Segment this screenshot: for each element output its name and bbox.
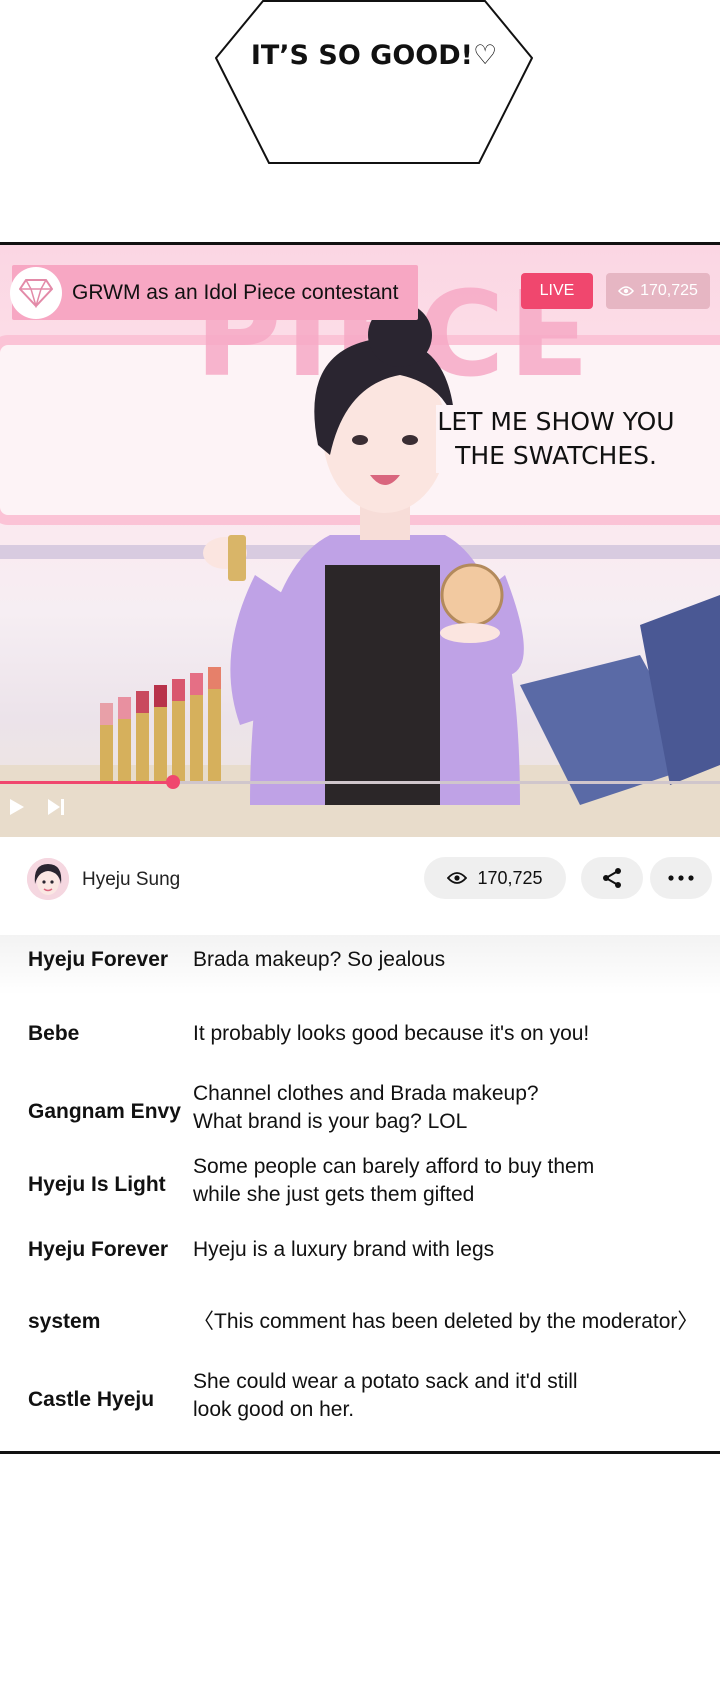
speech-bubble: LET ME SHOW YOU THE SWATCHES. — [436, 405, 676, 473]
viewer-count-badge: 170,725 — [606, 273, 710, 309]
eye-icon — [618, 286, 635, 296]
chat-message-line: look good on her. — [193, 1398, 355, 1421]
more-dots-icon — [668, 875, 694, 881]
more-button[interactable] — [650, 857, 712, 899]
chat-user[interactable]: system — [28, 1310, 100, 1334]
skip-next-icon[interactable] — [46, 797, 68, 822]
chat-message: It probably looks good because it's on y… — [193, 1022, 590, 1045]
chat-list: Hyeju Forever Brada makeup? So jealous B… — [0, 935, 720, 1451]
chat-user[interactable]: Castle Hyeju — [28, 1388, 154, 1412]
stream-title-chip: GRWM as an Idol Piece contestant — [10, 265, 418, 320]
live-badge: LIVE — [521, 273, 593, 309]
chat-user[interactable]: Hyeju Forever — [28, 1238, 168, 1262]
views-pill: 170,725 — [424, 857, 566, 899]
avatar[interactable] — [27, 858, 69, 900]
chat-user[interactable]: Hyeju Forever — [28, 948, 168, 972]
chat-message-line: Channel clothes and Brada makeup? — [193, 1082, 539, 1105]
live-video[interactable]: PIECE — [0, 245, 720, 837]
chat-user[interactable]: Hyeju Is Light — [28, 1173, 166, 1197]
play-icon[interactable] — [8, 797, 26, 822]
stream-title: GRWM as an Idol Piece contestant — [72, 280, 399, 304]
progress-bar[interactable] — [0, 775, 720, 789]
chat-message: Channel clothes and Brada makeup? What b… — [193, 1080, 539, 1136]
views-count: 170,725 — [477, 867, 543, 888]
chat-user[interactable]: Bebe — [28, 1022, 79, 1046]
share-button[interactable] — [581, 857, 643, 899]
chat-message: 〈This comment has been deleted by the mo… — [193, 1310, 699, 1333]
viewer-count: 170,725 — [640, 282, 698, 299]
progress-knob[interactable] — [165, 775, 180, 789]
streamer-name[interactable]: Hyeju Sung — [82, 869, 180, 891]
eye-icon — [447, 872, 468, 884]
webtoon-panel: PIECE — [0, 242, 720, 1454]
speech-line-2: THE SWATCHES. — [455, 441, 657, 470]
caption-bubble: IT’S SO GOOD!♡ — [215, 0, 533, 166]
streamer-info-bar: Hyeju Sung 170,725 — [0, 837, 720, 927]
chat-message: She could wear a potato sack and it'd st… — [193, 1368, 578, 1424]
progress-fill — [0, 781, 173, 784]
chat-message: Brada makeup? So jealous — [193, 948, 446, 971]
share-icon — [603, 868, 621, 888]
chat-message-line: She could wear a potato sack and it'd st… — [193, 1370, 578, 1393]
chat-message-line: while she just gets them gifted — [193, 1183, 475, 1206]
diamond-logo-icon — [10, 266, 62, 319]
chat-user[interactable]: Gangnam Envy — [28, 1100, 181, 1124]
streamer-illustration — [100, 303, 720, 805]
speech-line-1: LET ME SHOW YOU — [437, 407, 675, 436]
chat-message: Hyeju is a luxury brand with legs — [193, 1238, 495, 1261]
chat-message-line: Some people can barely afford to buy the… — [193, 1155, 595, 1178]
chat-message-line: What brand is your bag? LOL — [193, 1110, 468, 1133]
caption-text: IT’S SO GOOD!♡ — [250, 40, 498, 71]
hexagon-outline — [215, 0, 533, 164]
chat-message: Some people can barely afford to buy the… — [193, 1153, 594, 1209]
